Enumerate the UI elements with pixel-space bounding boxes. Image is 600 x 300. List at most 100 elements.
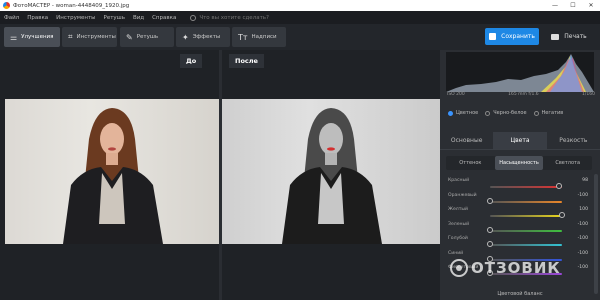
mode-bw[interactable]: Черно-белое [485, 110, 527, 116]
menu-view[interactable]: Вид [133, 15, 144, 21]
seg-hue[interactable]: Оттенок [446, 156, 495, 170]
slider-thumb[interactable] [487, 241, 493, 247]
slider-thumb[interactable] [487, 226, 493, 233]
window-title: ФотоМАСТЕР - woman-4448409_1920.jpg [13, 2, 130, 9]
tab-retouch[interactable]: ✎ Ретушь [120, 27, 174, 47]
slider-label: Оранжевый [448, 192, 477, 198]
after-image[interactable] [222, 99, 440, 244]
menu-search [190, 14, 300, 21]
slider-thumb[interactable] [559, 212, 565, 218]
maximize-button[interactable]: ☐ [564, 0, 582, 11]
slider-value: 100 [579, 207, 588, 212]
save-button[interactable]: Сохранить [485, 28, 539, 45]
lens-value: 165 mm f/1.6 [508, 92, 539, 97]
search-icon [190, 14, 197, 21]
tab-enhance[interactable]: ⚌ Улучшения [4, 27, 60, 47]
sliders-icon: ⚌ [10, 32, 18, 42]
shutter-value: 1/160 [582, 92, 595, 97]
slider-value: -100 [577, 236, 588, 241]
menu-file[interactable]: Файл [4, 15, 19, 21]
slider-track[interactable] [490, 200, 562, 203]
mode-label: Негатив [541, 110, 564, 116]
color-balance-label: Цветовой баланс [497, 291, 543, 297]
main-toolbar: ⚌ Улучшения ⌗ Инструменты ✎ Ретушь ✦ Эфф… [0, 24, 600, 50]
iso-value: ISO 200 [447, 92, 465, 97]
menu-bar: Файл Правка Инструменты Ретушь Вид Справ… [0, 11, 600, 24]
slider-label: Желтый [448, 207, 468, 212]
app-logo-icon [3, 2, 10, 9]
before-image[interactable] [5, 99, 219, 244]
histogram-graph [446, 54, 594, 92]
slider-track[interactable] [490, 244, 562, 246]
tab-tools[interactable]: ⌗ Инструменты [62, 27, 117, 47]
close-button[interactable]: ✕ [582, 0, 600, 11]
brush-icon: ✎ [126, 32, 133, 42]
print-label: Печать [564, 33, 587, 40]
slider-value: -100 [577, 265, 588, 270]
save-icon [489, 33, 497, 40]
adjust-subtabs: Основные Цвета Резкость [440, 132, 600, 150]
tab-label: Надписи [251, 34, 277, 40]
window-controls: — ☐ ✕ [546, 0, 600, 11]
before-label: До [180, 54, 203, 68]
exif-info: ISO 200 165 mm f/1.6 1/160 [447, 92, 595, 97]
compare-workspace: До После [0, 50, 440, 300]
tab-text[interactable]: Tт Надписи [232, 27, 286, 47]
subtab-colors[interactable]: Цвета [493, 132, 547, 149]
text-icon: Tт [238, 32, 248, 42]
slider-value: -100 [577, 221, 588, 227]
tab-label: Эффекты [192, 34, 221, 40]
mode-label: Цветное [456, 110, 479, 116]
slider-track[interactable] [490, 215, 562, 217]
mode-negative[interactable]: Негатив [533, 110, 564, 116]
after-label: После [229, 54, 264, 68]
slider-track[interactable] [490, 186, 562, 188]
seg-lightness[interactable]: Светлота [543, 156, 592, 170]
radio-bw[interactable] [485, 110, 491, 116]
slider-label: Зеленый [448, 221, 470, 227]
slider-thumb[interactable] [556, 183, 563, 189]
search-input[interactable] [199, 14, 300, 21]
slider-value: -100 [577, 250, 588, 256]
slider-track[interactable] [490, 229, 562, 232]
menu-retouch[interactable]: Ретушь [104, 15, 125, 21]
slider-value: -100 [577, 192, 588, 198]
menu-tools[interactable]: Инструменты [56, 15, 95, 21]
slider-label: Синий [448, 250, 464, 256]
slider-row: Красный 98 [448, 178, 588, 192]
tab-label: Инструменты [76, 34, 116, 40]
menu-help[interactable]: Справка [152, 15, 176, 21]
panel-scrollbar[interactable] [594, 174, 598, 294]
radio-negative[interactable] [533, 110, 539, 116]
color-segment-control: Оттенок Насыщенность Светлота [446, 156, 592, 170]
slider-row: Зеленый -100 [448, 222, 588, 236]
seg-saturation[interactable]: Насыщенность [494, 156, 544, 170]
tab-effects[interactable]: ✦ Эффекты [176, 27, 230, 47]
title-bar: ФотоМАСТЕР - woman-4448409_1920.jpg — ☐ … [0, 0, 600, 11]
subtab-basic[interactable]: Основные [440, 132, 493, 149]
menu-edit[interactable]: Правка [27, 15, 48, 21]
watermark-text: ОТЗОВИК [471, 259, 561, 277]
radio-color[interactable] [448, 110, 453, 116]
print-button[interactable]: Печать [543, 28, 595, 45]
watermark: ОТЗОВИК [450, 259, 561, 277]
color-mode: Цветное Черно-белое Негатив [448, 110, 570, 116]
tab-label: Улучшения [21, 34, 54, 40]
slider-value: 98 [582, 178, 588, 183]
watermark-logo-icon [450, 259, 468, 277]
wand-icon: ✦ [182, 32, 189, 42]
slider-row: Оранжевый -100 [448, 193, 588, 207]
printer-icon [551, 33, 560, 40]
minimize-button[interactable]: — [546, 0, 564, 11]
slider-thumb[interactable] [487, 197, 493, 204]
mode-label: Черно-белое [493, 110, 527, 116]
subtab-sharpness[interactable]: Резкость [547, 132, 600, 149]
before-photo [63, 108, 163, 244]
tab-label: Ретушь [136, 34, 159, 40]
crop-icon: ⌗ [68, 32, 73, 41]
mode-color[interactable]: Цветное [448, 110, 478, 116]
histogram [446, 52, 594, 92]
slider-row: Голубой -100 [448, 236, 588, 250]
after-photo [282, 108, 382, 244]
save-label: Сохранить [501, 33, 535, 40]
